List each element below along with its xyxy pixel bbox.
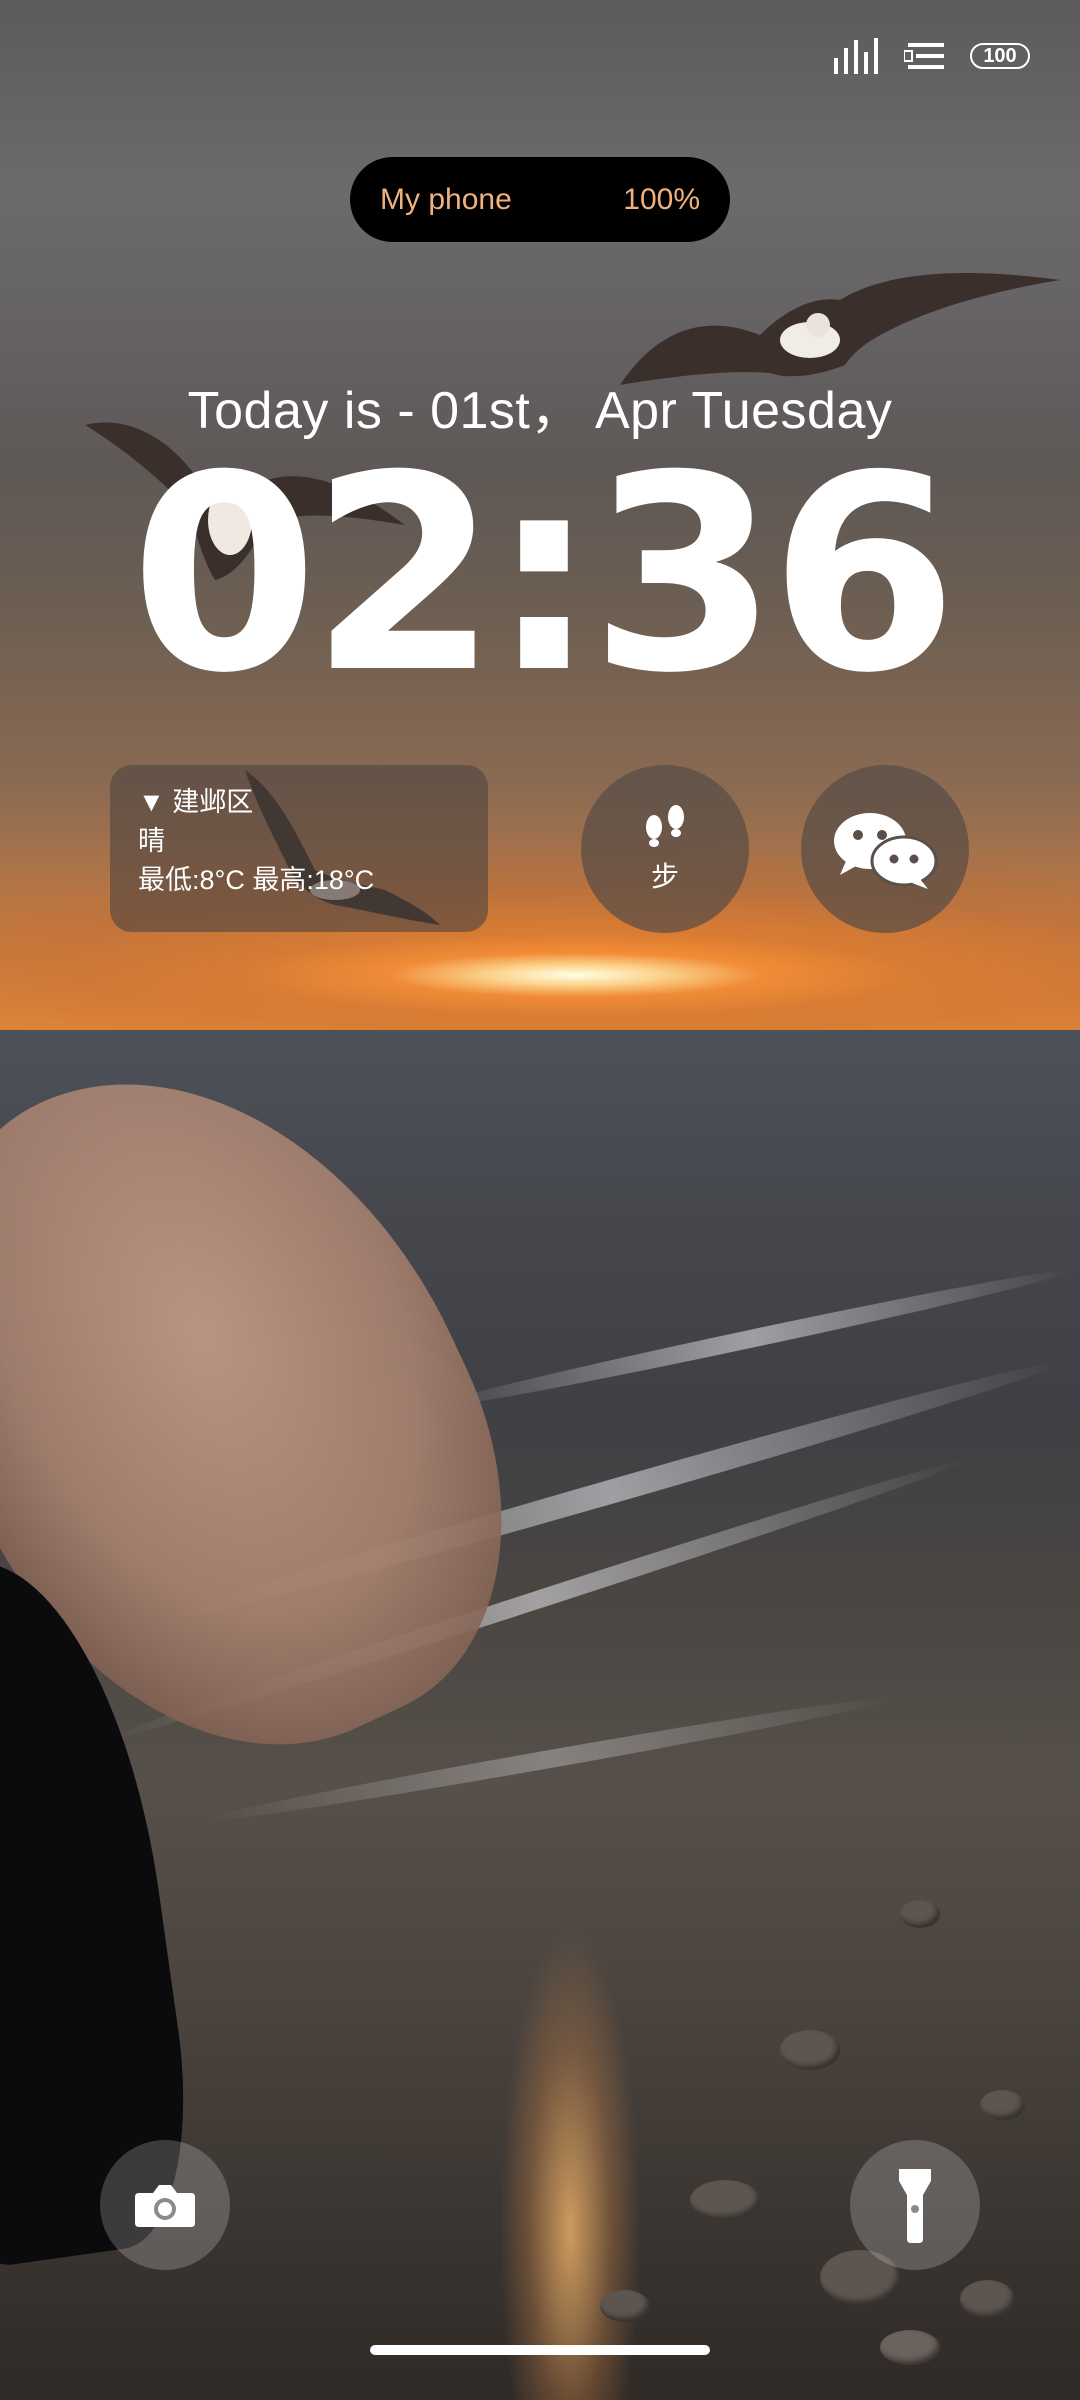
weather-condition: 晴: [138, 826, 165, 857]
flashlight-shortcut-button[interactable]: [850, 2140, 980, 2270]
device-battery-pill[interactable]: My phone 100%: [350, 157, 730, 242]
clock-time: 02:36: [130, 417, 957, 732]
wechat-icon: [834, 813, 938, 889]
battery-indicator: 100: [970, 43, 1030, 69]
wechat-widget[interactable]: [801, 765, 969, 933]
steps-widget[interactable]: 步: [581, 765, 749, 933]
status-bar: 100: [832, 36, 1030, 76]
battery-level: 100: [983, 44, 1017, 67]
steps-label: 步: [650, 861, 679, 892]
wallpaper: [0, 0, 1080, 2400]
flashlight-icon: [899, 2169, 931, 2243]
home-indicator[interactable]: [370, 2345, 710, 2355]
camera-shortcut-button[interactable]: [100, 2140, 230, 2270]
footprints-icon: [646, 805, 684, 847]
data-transfer-icon: [904, 43, 944, 69]
device-name: My phone: [380, 182, 512, 216]
signal-bars-icon: [834, 38, 878, 74]
weather-widget[interactable]: ▼ 建邺区 晴 最低:8°C 最高:18°C: [110, 765, 488, 932]
weather-temperature-range: 最低:8°C 最高:18°C: [138, 865, 375, 896]
weather-location: ▼ 建邺区: [138, 787, 254, 817]
camera-icon: [135, 2185, 195, 2227]
device-battery-percent: 100%: [623, 182, 700, 216]
